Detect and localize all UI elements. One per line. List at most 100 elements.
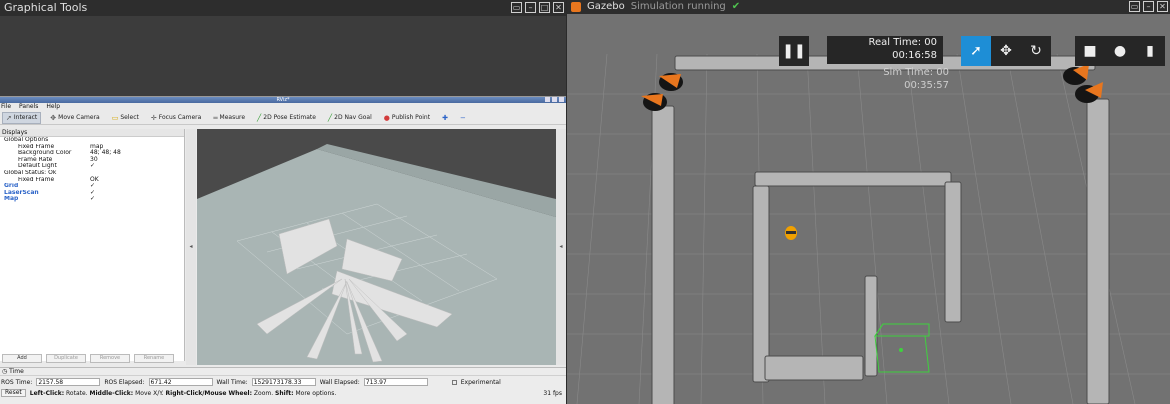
sphere-shape-button[interactable]: ● (1105, 36, 1135, 66)
tool-label: Select (120, 114, 139, 121)
publish-point-icon: ● (383, 113, 390, 122)
ros-time-label: ROS Time: (1, 378, 33, 386)
ros-time-field[interactable]: 2157.58 (36, 378, 101, 386)
sim-time-value: 00:35:57 (904, 80, 949, 91)
display-row-key: Grid (4, 183, 19, 190)
rotate-icon: ↻ (1030, 43, 1042, 59)
gazebo-minimize-button[interactable]: – (1143, 1, 1154, 12)
display-row-key: Default Light (18, 163, 57, 170)
window-controls: ▭ – □ ✕ (511, 2, 564, 13)
pause-icon: ❚❚ (782, 43, 806, 59)
focus-camera-tool[interactable]: ✛ Focus Camera (148, 113, 204, 123)
menu-help[interactable]: Help (46, 103, 60, 111)
duplicate-display-button[interactable]: Duplicate (46, 354, 86, 363)
gazebo-titlebar: Gazebo Simulation running ✔ ▭ – ✕ (567, 0, 1170, 14)
add-tool-button[interactable]: ✚ (439, 113, 451, 123)
menu-file[interactable]: File (1, 103, 11, 111)
rviz-window: RViz* File Panels Help ➚ Interact ✥ Move C… (0, 96, 566, 404)
move-camera-icon: ✥ (50, 113, 57, 122)
pause-button[interactable]: ❚❚ (779, 36, 809, 66)
collapse-right-handle[interactable]: ◂ (556, 129, 566, 365)
interact-icon: ➚ (6, 113, 12, 122)
display-row-key: Background Color (18, 150, 72, 157)
desktop: Graphical Tools ▭ – □ ✕ RViz* File Panel… (0, 0, 1170, 404)
hint-left-key: Left-Click: (29, 389, 65, 397)
restore-button[interactable]: ▭ (511, 2, 522, 13)
hint-right-key: Right-Click/Mouse Wheel: (165, 389, 252, 397)
gazebo-close-button[interactable]: ✕ (1157, 1, 1168, 12)
shapes-toolbar: ■ ● ▮ (1075, 36, 1165, 66)
hint-middle-key: Middle-Click: (89, 389, 134, 397)
display-row-key: Fixed Frame (18, 143, 55, 150)
collapse-left-handle[interactable]: ◂ (186, 129, 196, 365)
box-icon: ■ (1083, 43, 1097, 59)
inner-stub-wall (864, 275, 878, 377)
rviz-titlebar: RViz* (0, 97, 566, 103)
rviz-window-controls (545, 97, 564, 102)
status-row: Reset Left-Click: Rotate. Middle-Click: … (0, 388, 566, 398)
wall-elapsed-field[interactable]: 713.97 (363, 378, 428, 386)
ros-elapsed-field[interactable]: 671.42 (148, 378, 213, 386)
move-camera-tool[interactable]: ✥ Move Camera (47, 113, 102, 123)
inner-right-wall (944, 181, 962, 323)
display-row-key: Global Options (4, 137, 49, 143)
menu-panels[interactable]: Panels (19, 103, 38, 111)
move-arrows-icon: ✥ (1000, 43, 1012, 59)
rviz-maximize-button[interactable] (552, 97, 557, 102)
gazebo-3d-scene[interactable]: ❚❚ Real Time: 00 00:16:58 Sim Time: 00 0… (567, 14, 1170, 404)
rviz-toolbar: ➚ Interact ✥ Move Camera ▭ Select ✛ Focus Ca… (0, 111, 566, 125)
add-display-button[interactable]: Add (2, 354, 42, 363)
minimize-button[interactable]: – (525, 2, 536, 13)
rviz-close-button[interactable] (559, 97, 564, 102)
hint-shift: More options. (295, 389, 337, 397)
rotate-mode-button[interactable]: ↻ (1021, 36, 1051, 66)
tool-label: 2D Nav Goal (334, 114, 372, 121)
experimental-label: Experimental (460, 378, 501, 386)
close-button[interactable]: ✕ (553, 2, 564, 13)
gazebo-restore-button[interactable]: ▭ (1129, 1, 1140, 12)
real-time-value: 00:16:58 (892, 50, 937, 61)
displays-header: Displays (0, 129, 184, 137)
display-row[interactable]: Default Light ✓ (0, 163, 184, 170)
remove-display-button[interactable]: Remove (90, 354, 130, 363)
hint-middle: Move X/Y. (135, 389, 164, 397)
publish-point-tool[interactable]: ● Publish Point (381, 113, 433, 123)
time-panel: ◷ Time ROS Time: 2157.58 ROS Elapsed: 67… (0, 367, 566, 404)
measure-tool[interactable]: ═ Measure (210, 113, 248, 123)
tool-label: Focus Camera (158, 114, 202, 121)
sim-time-label: Sim Time: 00 (883, 67, 949, 78)
nav-goal-icon: ╱ (327, 113, 333, 122)
rviz-3d-viewport[interactable] (197, 129, 556, 365)
nav-goal-tool[interactable]: ╱ 2D Nav Goal (325, 113, 375, 123)
hint-shift-key: Shift: (275, 389, 294, 397)
real-time-display: Real Time: 00 00:16:58 (827, 36, 943, 64)
gazebo-logo-icon (571, 2, 581, 12)
rviz-scene (197, 144, 556, 365)
remove-tool-button[interactable]: − (457, 113, 469, 123)
pose-estimate-icon: ╱ (257, 113, 262, 122)
rviz-menubar: File Panels Help (0, 103, 566, 111)
cylinder-shape-button[interactable]: ▮ (1135, 36, 1165, 66)
maximize-button[interactable]: □ (539, 2, 550, 13)
rename-display-button[interactable]: Rename (134, 354, 174, 363)
tool-label: Interact (13, 114, 38, 121)
tool-label: Publish Point (391, 114, 431, 121)
displays-buttons: Add Duplicate Remove Rename (0, 354, 185, 364)
select-icon: ▭ (111, 113, 119, 122)
experimental-checkbox[interactable] (451, 379, 457, 385)
wall-time-field[interactable]: 1529173178.33 (251, 378, 316, 386)
display-row[interactable]: Map ✓ (0, 196, 184, 203)
reset-button[interactable]: Reset (1, 389, 26, 397)
pose-estimate-tool[interactable]: ╱ 2D Pose Estimate (254, 113, 319, 123)
inner-left-wall (752, 185, 770, 383)
real-time-label: Real Time: 00 (868, 37, 937, 48)
rviz-minimize-button[interactable] (545, 97, 550, 102)
measure-icon: ═ (213, 113, 218, 122)
interact-tool[interactable]: ➚ Interact (2, 111, 42, 124)
translate-mode-button[interactable]: ✥ (991, 36, 1021, 66)
select-mode-button[interactable]: ➚ (961, 36, 991, 66)
time-fields-row: ROS Time: 2157.58 ROS Elapsed: 671.42 Wa… (0, 376, 566, 388)
display-row-key: Fixed Frame (18, 176, 55, 183)
select-tool[interactable]: ▭ Select (109, 113, 142, 123)
box-shape-button[interactable]: ■ (1075, 36, 1105, 66)
